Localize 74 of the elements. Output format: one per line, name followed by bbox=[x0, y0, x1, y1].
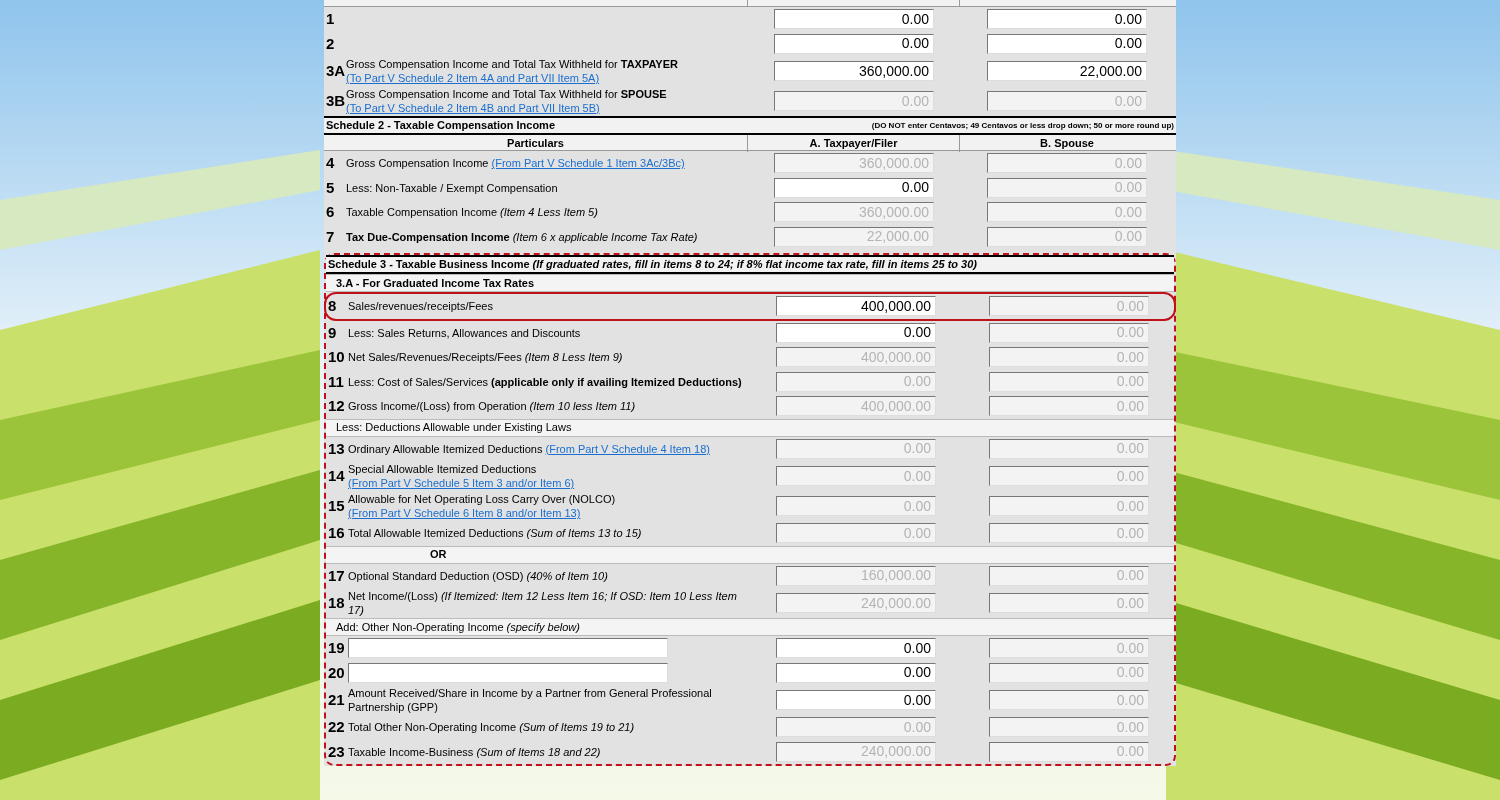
item-label: Total Other Non-Operating Income (Sum of Items 19 to 21) bbox=[348, 720, 635, 735]
item-label: Taxable Compensation Income (Item 4 Less Item 5) bbox=[346, 205, 598, 220]
item-label: Gross Compensation Income (From Part V Schedule 1 Item 3Ac/3Bc) bbox=[346, 156, 685, 171]
amount-field[interactable]: 400,000.00 bbox=[776, 296, 936, 317]
amount-field[interactable]: 0.00 bbox=[776, 690, 936, 710]
item-number: 13 bbox=[327, 438, 346, 459]
specify-field[interactable] bbox=[348, 638, 668, 659]
item-label: Total Allowable Itemized Deductions (Sum of Items 13 to 15) bbox=[348, 526, 642, 541]
reference-link[interactable]: (From Part V Schedule 6 Item 8 and/or Item 13) bbox=[348, 507, 581, 519]
amount-field[interactable]: 0.00 bbox=[776, 638, 936, 659]
subheader-text: Add: Other Non-Operating Income (specify below) bbox=[336, 619, 580, 635]
item-number: 21 bbox=[327, 689, 346, 710]
item-number: 15 bbox=[327, 495, 346, 516]
reference-link[interactable]: (To Part V Schedule 2 Item 4A and Part VII Item 5A) bbox=[346, 72, 600, 84]
subheader-text: Less: Deductions Allowable under Existing Laws bbox=[336, 420, 572, 436]
schedule-note: (DO NOT enter Centavos; 49 Centavos or less drop down; 50 or more round up) bbox=[871, 119, 1174, 132]
column-header: Particulars bbox=[324, 135, 748, 152]
amount-field[interactable]: 0.00 bbox=[774, 33, 934, 54]
amount-field[interactable]: 0.00 bbox=[774, 9, 934, 30]
amount-field[interactable]: 0.00 bbox=[774, 177, 934, 198]
item-number: 18 bbox=[327, 592, 346, 613]
item-label: Special Allowable Itemized Deductions (From Part V Schedule 5 Item 3 and/or Item 6) bbox=[348, 462, 576, 490]
reference-link[interactable]: (From Part V Schedule 1 Item 3Ac/3Bc) bbox=[491, 157, 685, 170]
item-label: Net Sales/Revenues/Receipts/Fees (Item 8 Less Item 9) bbox=[348, 350, 623, 365]
item-label: Gross Compensation Income and Total Tax Withheld for TAXPAYER (To Part V Schedule 2 Item 4A and Part VII Item 5A) bbox=[346, 57, 679, 85]
item-number: 6 bbox=[325, 202, 336, 222]
item-label: Less: Cost of Sales/Services (applicable only if availing Itemized Deductions) bbox=[348, 374, 742, 389]
item-label: Gross Income/(Loss) from Operation (Item 10 less Item 11) bbox=[348, 399, 636, 414]
item-number: 3A bbox=[325, 60, 346, 81]
amount-field[interactable]: 0.00 bbox=[776, 322, 936, 343]
column-header: B. Spouse bbox=[1039, 136, 1095, 151]
reference-link[interactable]: (From Part V Schedule 5 Item 3 and/or Item 6) bbox=[348, 477, 575, 489]
item-label: Tax Due-Compensation Income (Item 6 x applicable Income Tax Rate) bbox=[346, 229, 698, 244]
subheader-text: 3.A - For Graduated Income Tax Rates bbox=[336, 275, 535, 291]
item-number: 17 bbox=[327, 565, 346, 586]
item-number: 16 bbox=[327, 523, 346, 543]
specify-field[interactable] bbox=[348, 662, 668, 683]
item-label: Taxable Income-Business (Sum of Items 18 and 22) bbox=[348, 744, 601, 759]
item-label: Sales/revenues/receipts/Fees bbox=[348, 299, 493, 314]
item-number: 2 bbox=[325, 33, 336, 54]
item-number: 11 bbox=[327, 371, 345, 392]
item-number: 14 bbox=[327, 465, 346, 486]
amount-field[interactable]: 0.00 bbox=[987, 9, 1147, 30]
amount-field[interactable]: 360,000.00 bbox=[774, 61, 934, 81]
amount-field[interactable]: 22,000.00 bbox=[987, 61, 1147, 81]
item-number: 3B bbox=[325, 90, 346, 111]
item-number: 20 bbox=[327, 662, 346, 683]
item-label: Ordinary Allowable Itemized Deductions (From Part V Schedule 4 Item 18) bbox=[348, 441, 710, 456]
item-number: 1 bbox=[325, 9, 336, 29]
item-number: 12 bbox=[327, 396, 346, 416]
amount-field[interactable]: 0.00 bbox=[987, 33, 1147, 54]
reference-link[interactable]: (To Part V Schedule 2 Item 4B and Part VII Item 5B) bbox=[346, 102, 600, 114]
item-number: 9 bbox=[327, 322, 338, 343]
schedule-title: Schedule 2 - Taxable Compensation Income bbox=[326, 118, 556, 134]
schedule-title: Schedule 3 - Taxable Business Income (If graduated rates, fill in items 8 to 24; if 8% flat income tax rate, fill in items 25 to 30) bbox=[328, 257, 977, 273]
item-label: Less: Non-Taxable / Exempt Compensation bbox=[346, 180, 558, 195]
item-number: 10 bbox=[327, 347, 346, 367]
item-number: 5 bbox=[325, 177, 336, 198]
item-number: 8 bbox=[327, 296, 338, 316]
or-text: OR bbox=[430, 547, 447, 563]
item-label: Optional Standard Deduction (OSD) (40% of Item 10) bbox=[348, 568, 608, 583]
item-number: 4 bbox=[325, 153, 336, 173]
item-label: Amount Received/Share in Income by a Partner from General Professional Partnership (GPP) bbox=[348, 686, 713, 714]
item-label: Gross Compensation Income and Total Tax Withheld for SPOUSE (To Part V Schedule 2 Item 4B and Part VII Item 5B) bbox=[346, 87, 668, 115]
item-number: 19 bbox=[327, 638, 346, 658]
item-number: 7 bbox=[325, 226, 336, 247]
column-header: A. Taxpayer/Filer bbox=[748, 135, 960, 152]
item-number: 23 bbox=[327, 741, 346, 762]
item-label: Net Income/(Loss) (If Itemized: Item 12 Less Item 16; If OSD: Item 10 Less Item 17) bbox=[348, 589, 738, 617]
reference-link[interactable]: (From Part V Schedule 4 Item 18) bbox=[545, 442, 710, 455]
item-label: Allowable for Net Operating Loss Carry Over (NOLCO) (From Part V Schedule 6 Item 8 and/or Item 13) bbox=[348, 492, 617, 520]
amount-field[interactable]: 0.00 bbox=[776, 662, 936, 683]
item-number: 22 bbox=[327, 717, 346, 737]
item-label: Less: Sales Returns, Allowances and Discounts bbox=[348, 325, 581, 340]
